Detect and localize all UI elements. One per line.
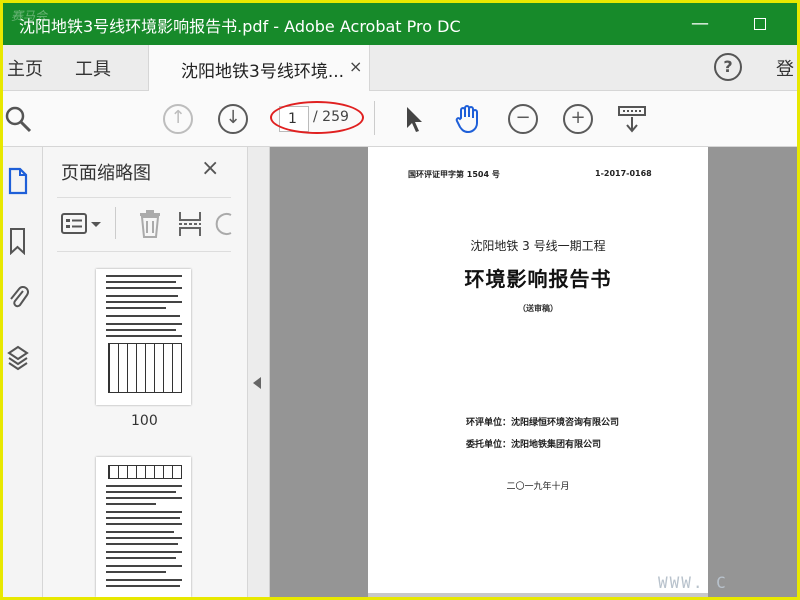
zoom-out-icon[interactable]: − [508,104,538,134]
page-thumbnail[interactable] [96,457,191,597]
zoom-in-icon[interactable]: + [563,104,593,134]
tab-bar: 主页 工具 沈阳地铁3号线环境... × ? 登 [3,45,797,91]
tab-document-label: 沈阳地铁3号线环境... [181,62,345,82]
layers-icon[interactable] [7,343,29,371]
window-title: 沈阳地铁3号线环境影响报告书.pdf - Adobe Acrobat Pro D… [19,17,461,36]
minimize-button[interactable]: — [685,11,715,37]
divider [57,197,231,198]
options-menu-icon[interactable] [61,211,105,237]
attachments-icon[interactable] [7,283,29,309]
search-icon[interactable] [3,104,33,134]
tab-document[interactable]: 沈阳地铁3号线环境... × [148,45,370,91]
thumbnail-list: 100 [43,257,239,597]
bookmarks-icon[interactable] [7,227,29,256]
divider [57,251,231,252]
document-view[interactable]: 国环评证甲字第 1504 号 1-2017-0168 沈阳地铁 3 号线一期工程… [270,147,797,597]
toolbar: ↑ ↓ 1 / 259 − + [3,91,797,147]
select-cursor-icon[interactable] [401,104,431,134]
site-watermark: WWW. C [658,573,728,592]
thumbnail-toolbar [57,203,233,245]
thumbnail-panel: 页面缩略图 × 100 [43,147,279,597]
app-window: 赛马会 沈阳地铁3号线环境影响报告书.pdf - Adobe Acrobat P… [0,0,800,600]
report-code: 1-2017-0168 [595,169,652,178]
panel-splitter[interactable] [248,147,270,597]
tab-tools[interactable]: 工具 [75,55,111,81]
client-unit: 委托单位：沈阳地铁集团有限公司 [466,440,602,450]
rotate-icon[interactable] [215,211,233,237]
help-icon[interactable]: ? [714,53,742,81]
highlight-ellipse [270,101,364,134]
close-panel-button[interactable]: × [201,156,219,181]
hand-tool-icon[interactable] [453,104,483,134]
draft-note: （送审稿） [518,304,558,313]
maximize-icon [754,18,766,30]
thumbnail-panel-title: 页面缩略图 [61,163,151,184]
certificate-number: 国环评证甲字第 1504 号 [408,170,500,179]
tab-close-button[interactable]: × [349,57,362,76]
navigation-pane [3,147,43,597]
login-button[interactable]: 登 [776,55,794,81]
toolbar-divider [115,207,116,239]
next-page-icon[interactable]: ↓ [218,104,248,134]
tab-home[interactable]: 主页 [7,55,43,81]
page-thumbnails-icon[interactable] [7,167,29,195]
maximize-button[interactable] [745,11,775,37]
collapse-panel-icon[interactable] [253,377,261,389]
page-gap [368,593,708,597]
delete-icon[interactable] [137,209,163,239]
toolbar-divider [374,101,375,135]
thumbnail-page-label: 100 [131,413,158,429]
project-name: 沈阳地铁 3 号线一期工程 [470,239,606,253]
page-thumbnail[interactable] [96,269,191,405]
eia-unit: 环评单位：沈阳绿恒环境咨询有限公司 [466,418,620,428]
previous-page-icon[interactable]: ↑ [163,104,193,134]
document-title: 环境影响报告书 [464,267,612,291]
document-date: 二〇一九年十月 [506,482,570,492]
title-bar: 赛马会 沈阳地铁3号线环境影响报告书.pdf - Adobe Acrobat P… [3,3,797,45]
document-page: 国环评证甲字第 1504 号 1-2017-0168 沈阳地铁 3 号线一期工程… [368,147,708,593]
scroll-mode-icon[interactable] [617,104,647,134]
extract-pages-icon[interactable] [177,209,203,239]
